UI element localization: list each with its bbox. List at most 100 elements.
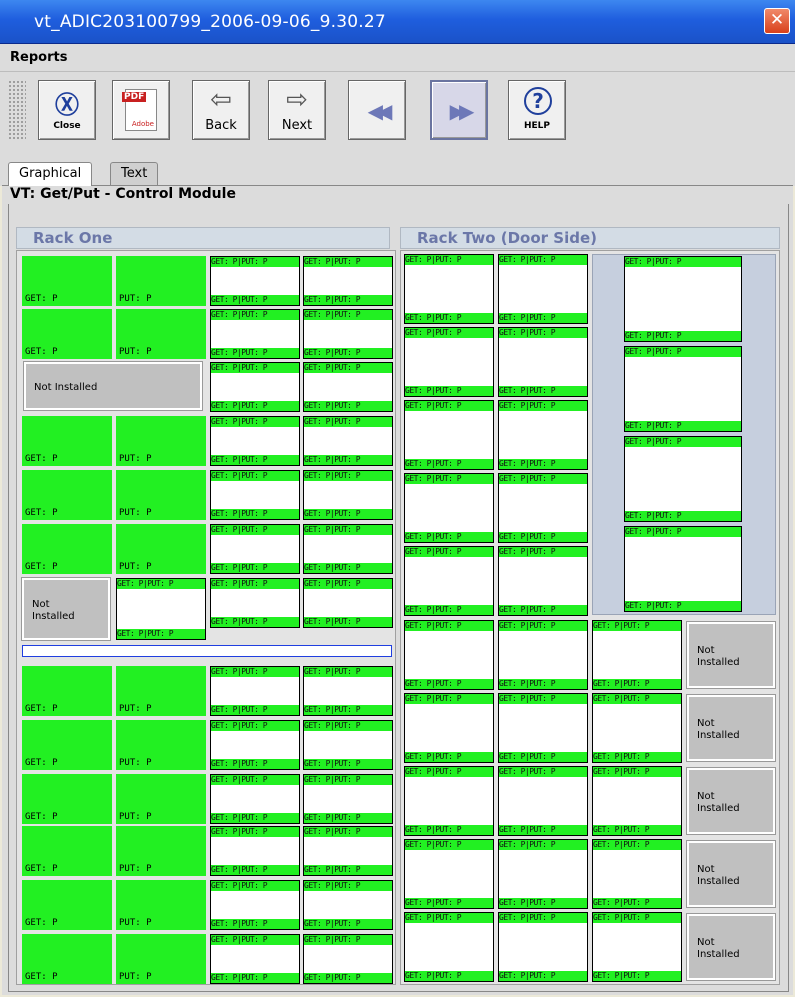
cartridge-slot-empty[interactable]: GET: P|PUT: P GET: P|PUT: P xyxy=(624,346,742,432)
first-page-button[interactable]: ◀◀ xyxy=(348,80,406,140)
slot-not-installed[interactable]: Not Installed xyxy=(686,621,776,689)
cartridge-slot-empty[interactable]: GET: P|PUT: P GET: P|PUT: P xyxy=(210,470,300,520)
cartridge-slot-empty[interactable]: GET: P|PUT: P GET: P|PUT: P xyxy=(498,254,588,324)
cartridge-slot-empty[interactable]: GET: P|PUT: P GET: P|PUT: P xyxy=(303,256,393,306)
cartridge-slot-full[interactable]: GET: P xyxy=(22,309,112,359)
cartridge-slot-full[interactable]: GET: P xyxy=(22,934,112,984)
cartridge-slot-full[interactable]: PUT: P xyxy=(116,416,206,466)
cartridge-slot-empty[interactable]: GET: P|PUT: P GET: P|PUT: P xyxy=(116,578,206,640)
cartridge-slot-empty[interactable]: GET: P|PUT: P GET: P|PUT: P xyxy=(624,526,742,612)
cartridge-slot-empty[interactable]: GET: P|PUT: P GET: P|PUT: P xyxy=(498,693,588,763)
cartridge-slot-empty[interactable]: GET: P|PUT: P GET: P|PUT: P xyxy=(210,880,300,930)
cartridge-slot-empty[interactable]: GET: P|PUT: P GET: P|PUT: P xyxy=(404,912,494,982)
get-put-status-bar: GET: P|PUT: P xyxy=(405,971,493,981)
cartridge-slot-empty[interactable]: GET: P|PUT: P GET: P|PUT: P xyxy=(210,256,300,306)
slot-not-installed[interactable]: Not Installed xyxy=(23,361,203,411)
cartridge-slot-empty[interactable]: GET: P|PUT: P GET: P|PUT: P xyxy=(303,880,393,930)
cartridge-slot-empty[interactable]: GET: P|PUT: P GET: P|PUT: P xyxy=(404,766,494,836)
slot-not-installed[interactable]: Not Installed xyxy=(686,694,776,762)
cartridge-slot-empty[interactable]: GET: P|PUT: P GET: P|PUT: P xyxy=(404,473,494,543)
cartridge-slot-empty[interactable]: GET: P|PUT: P GET: P|PUT: P xyxy=(303,720,393,770)
window-close-button[interactable]: ✕ xyxy=(764,8,790,34)
cartridge-slot-empty[interactable]: GET: P|PUT: P GET: P|PUT: P xyxy=(498,839,588,909)
cartridge-slot-empty[interactable]: GET: P|PUT: P GET: P|PUT: P xyxy=(303,309,393,359)
get-put-status-bar: GET: P|PUT: P xyxy=(304,919,392,929)
help-button[interactable]: ? HELP xyxy=(508,80,566,140)
cartridge-slot-full[interactable]: GET: P xyxy=(22,720,112,770)
cartridge-slot-empty[interactable]: GET: P|PUT: P GET: P|PUT: P xyxy=(210,666,300,716)
tab-text[interactable]: Text xyxy=(110,162,159,186)
cartridge-slot-full[interactable]: GET: P xyxy=(22,416,112,466)
cartridge-slot-empty[interactable]: GET: P|PUT: P GET: P|PUT: P xyxy=(592,620,682,690)
cartridge-slot-empty[interactable]: GET: P|PUT: P GET: P|PUT: P xyxy=(498,766,588,836)
menu-reports[interactable]: Reports xyxy=(10,44,67,72)
cartridge-slot-full[interactable]: PUT: P xyxy=(116,256,206,306)
cartridge-slot-full[interactable]: GET: P xyxy=(22,524,112,574)
cartridge-slot-full[interactable]: GET: P xyxy=(22,880,112,930)
cartridge-slot-full[interactable]: GET: P xyxy=(22,666,112,716)
cartridge-slot-empty[interactable]: GET: P|PUT: P GET: P|PUT: P xyxy=(498,620,588,690)
cartridge-slot-empty[interactable]: GET: P|PUT: P GET: P|PUT: P xyxy=(404,546,494,616)
slot-not-installed[interactable]: Not Installed xyxy=(21,577,111,641)
cartridge-slot-full[interactable]: GET: P xyxy=(22,774,112,824)
last-page-button[interactable]: ▶▶ xyxy=(430,80,488,140)
cartridge-slot-full[interactable]: GET: P xyxy=(22,256,112,306)
cartridge-slot-empty[interactable]: GET: P|PUT: P GET: P|PUT: P xyxy=(210,934,300,984)
cartridge-slot-empty[interactable]: GET: P|PUT: P GET: P|PUT: P xyxy=(592,839,682,909)
cartridge-slot-empty[interactable]: GET: P|PUT: P GET: P|PUT: P xyxy=(404,620,494,690)
cartridge-slot-empty[interactable]: GET: P|PUT: P GET: P|PUT: P xyxy=(303,774,393,824)
cartridge-slot-empty[interactable]: GET: P|PUT: P GET: P|PUT: P xyxy=(210,774,300,824)
slot-not-installed[interactable]: Not Installed xyxy=(686,913,776,981)
cartridge-slot-full[interactable]: PUT: P xyxy=(116,309,206,359)
cartridge-slot-full[interactable]: GET: P xyxy=(22,826,112,876)
tab-graphical[interactable]: Graphical xyxy=(8,162,93,186)
cartridge-slot-full[interactable]: PUT: P xyxy=(116,826,206,876)
cartridge-slot-empty[interactable]: GET: P|PUT: P GET: P|PUT: P xyxy=(303,934,393,984)
next-button[interactable]: ⇨ Next xyxy=(268,80,326,140)
cartridge-slot-full[interactable]: PUT: P xyxy=(116,774,206,824)
cartridge-slot-empty[interactable]: GET: P|PUT: P GET: P|PUT: P xyxy=(624,436,742,522)
cartridge-slot-empty[interactable]: GET: P|PUT: P GET: P|PUT: P xyxy=(303,416,393,466)
cartridge-slot-full[interactable]: GET: P xyxy=(22,470,112,520)
cartridge-slot-empty[interactable]: GET: P|PUT: P GET: P|PUT: P xyxy=(210,416,300,466)
cartridge-slot-full[interactable]: PUT: P xyxy=(116,720,206,770)
cartridge-slot-full[interactable]: PUT: P xyxy=(116,470,206,520)
cartridge-slot-empty[interactable]: GET: P|PUT: P GET: P|PUT: P xyxy=(498,327,588,397)
slot-not-installed[interactable]: Not Installed xyxy=(686,840,776,908)
cartridge-slot-empty[interactable]: GET: P|PUT: P GET: P|PUT: P xyxy=(210,826,300,876)
pdf-button[interactable]: PDF Adobe xyxy=(112,80,170,140)
cartridge-slot-empty[interactable]: GET: P|PUT: P GET: P|PUT: P xyxy=(303,666,393,716)
cartridge-slot-empty[interactable]: GET: P|PUT: P GET: P|PUT: P xyxy=(498,400,588,470)
cartridge-slot-empty[interactable]: GET: P|PUT: P GET: P|PUT: P xyxy=(404,400,494,470)
cartridge-slot-empty[interactable]: GET: P|PUT: P GET: P|PUT: P xyxy=(498,546,588,616)
get-put-status-bar: GET: P|PUT: P xyxy=(304,509,392,519)
cartridge-slot-empty[interactable]: GET: P|PUT: P GET: P|PUT: P xyxy=(210,309,300,359)
cartridge-slot-empty[interactable]: GET: P|PUT: P GET: P|PUT: P xyxy=(303,524,393,574)
toolbar-grip[interactable] xyxy=(8,80,26,140)
cartridge-slot-empty[interactable]: GET: P|PUT: P GET: P|PUT: P xyxy=(404,839,494,909)
cartridge-slot-empty[interactable]: GET: P|PUT: P GET: P|PUT: P xyxy=(592,693,682,763)
cartridge-slot-full[interactable]: PUT: P xyxy=(116,524,206,574)
back-button[interactable]: ⇦ Back xyxy=(192,80,250,140)
cartridge-slot-empty[interactable]: GET: P|PUT: P GET: P|PUT: P xyxy=(210,524,300,574)
cartridge-slot-full[interactable]: PUT: P xyxy=(116,880,206,930)
cartridge-slot-empty[interactable]: GET: P|PUT: P GET: P|PUT: P xyxy=(498,473,588,543)
close-button[interactable]: Ⓧ Close xyxy=(38,80,96,140)
cartridge-slot-empty[interactable]: GET: P|PUT: P GET: P|PUT: P xyxy=(592,766,682,836)
cartridge-slot-empty[interactable]: GET: P|PUT: P GET: P|PUT: P xyxy=(210,578,300,628)
cartridge-slot-empty[interactable]: GET: P|PUT: P GET: P|PUT: P xyxy=(624,256,742,342)
cartridge-slot-empty[interactable]: GET: P|PUT: P GET: P|PUT: P xyxy=(404,254,494,324)
cartridge-slot-empty[interactable]: GET: P|PUT: P GET: P|PUT: P xyxy=(210,720,300,770)
cartridge-slot-empty[interactable]: GET: P|PUT: P GET: P|PUT: P xyxy=(210,362,300,412)
cartridge-slot-empty[interactable]: GET: P|PUT: P GET: P|PUT: P xyxy=(404,327,494,397)
cartridge-slot-empty[interactable]: GET: P|PUT: P GET: P|PUT: P xyxy=(303,362,393,412)
slot-not-installed[interactable]: Not Installed xyxy=(686,767,776,835)
cartridge-slot-empty[interactable]: GET: P|PUT: P GET: P|PUT: P xyxy=(592,912,682,982)
cartridge-slot-empty[interactable]: GET: P|PUT: P GET: P|PUT: P xyxy=(303,470,393,520)
cartridge-slot-empty[interactable]: GET: P|PUT: P GET: P|PUT: P xyxy=(303,826,393,876)
cartridge-slot-empty[interactable]: GET: P|PUT: P GET: P|PUT: P xyxy=(303,578,393,628)
cartridge-slot-empty[interactable]: GET: P|PUT: P GET: P|PUT: P xyxy=(404,693,494,763)
cartridge-slot-empty[interactable]: GET: P|PUT: P GET: P|PUT: P xyxy=(498,912,588,982)
cartridge-slot-full[interactable]: PUT: P xyxy=(116,666,206,716)
cartridge-slot-full[interactable]: PUT: P xyxy=(116,934,206,984)
